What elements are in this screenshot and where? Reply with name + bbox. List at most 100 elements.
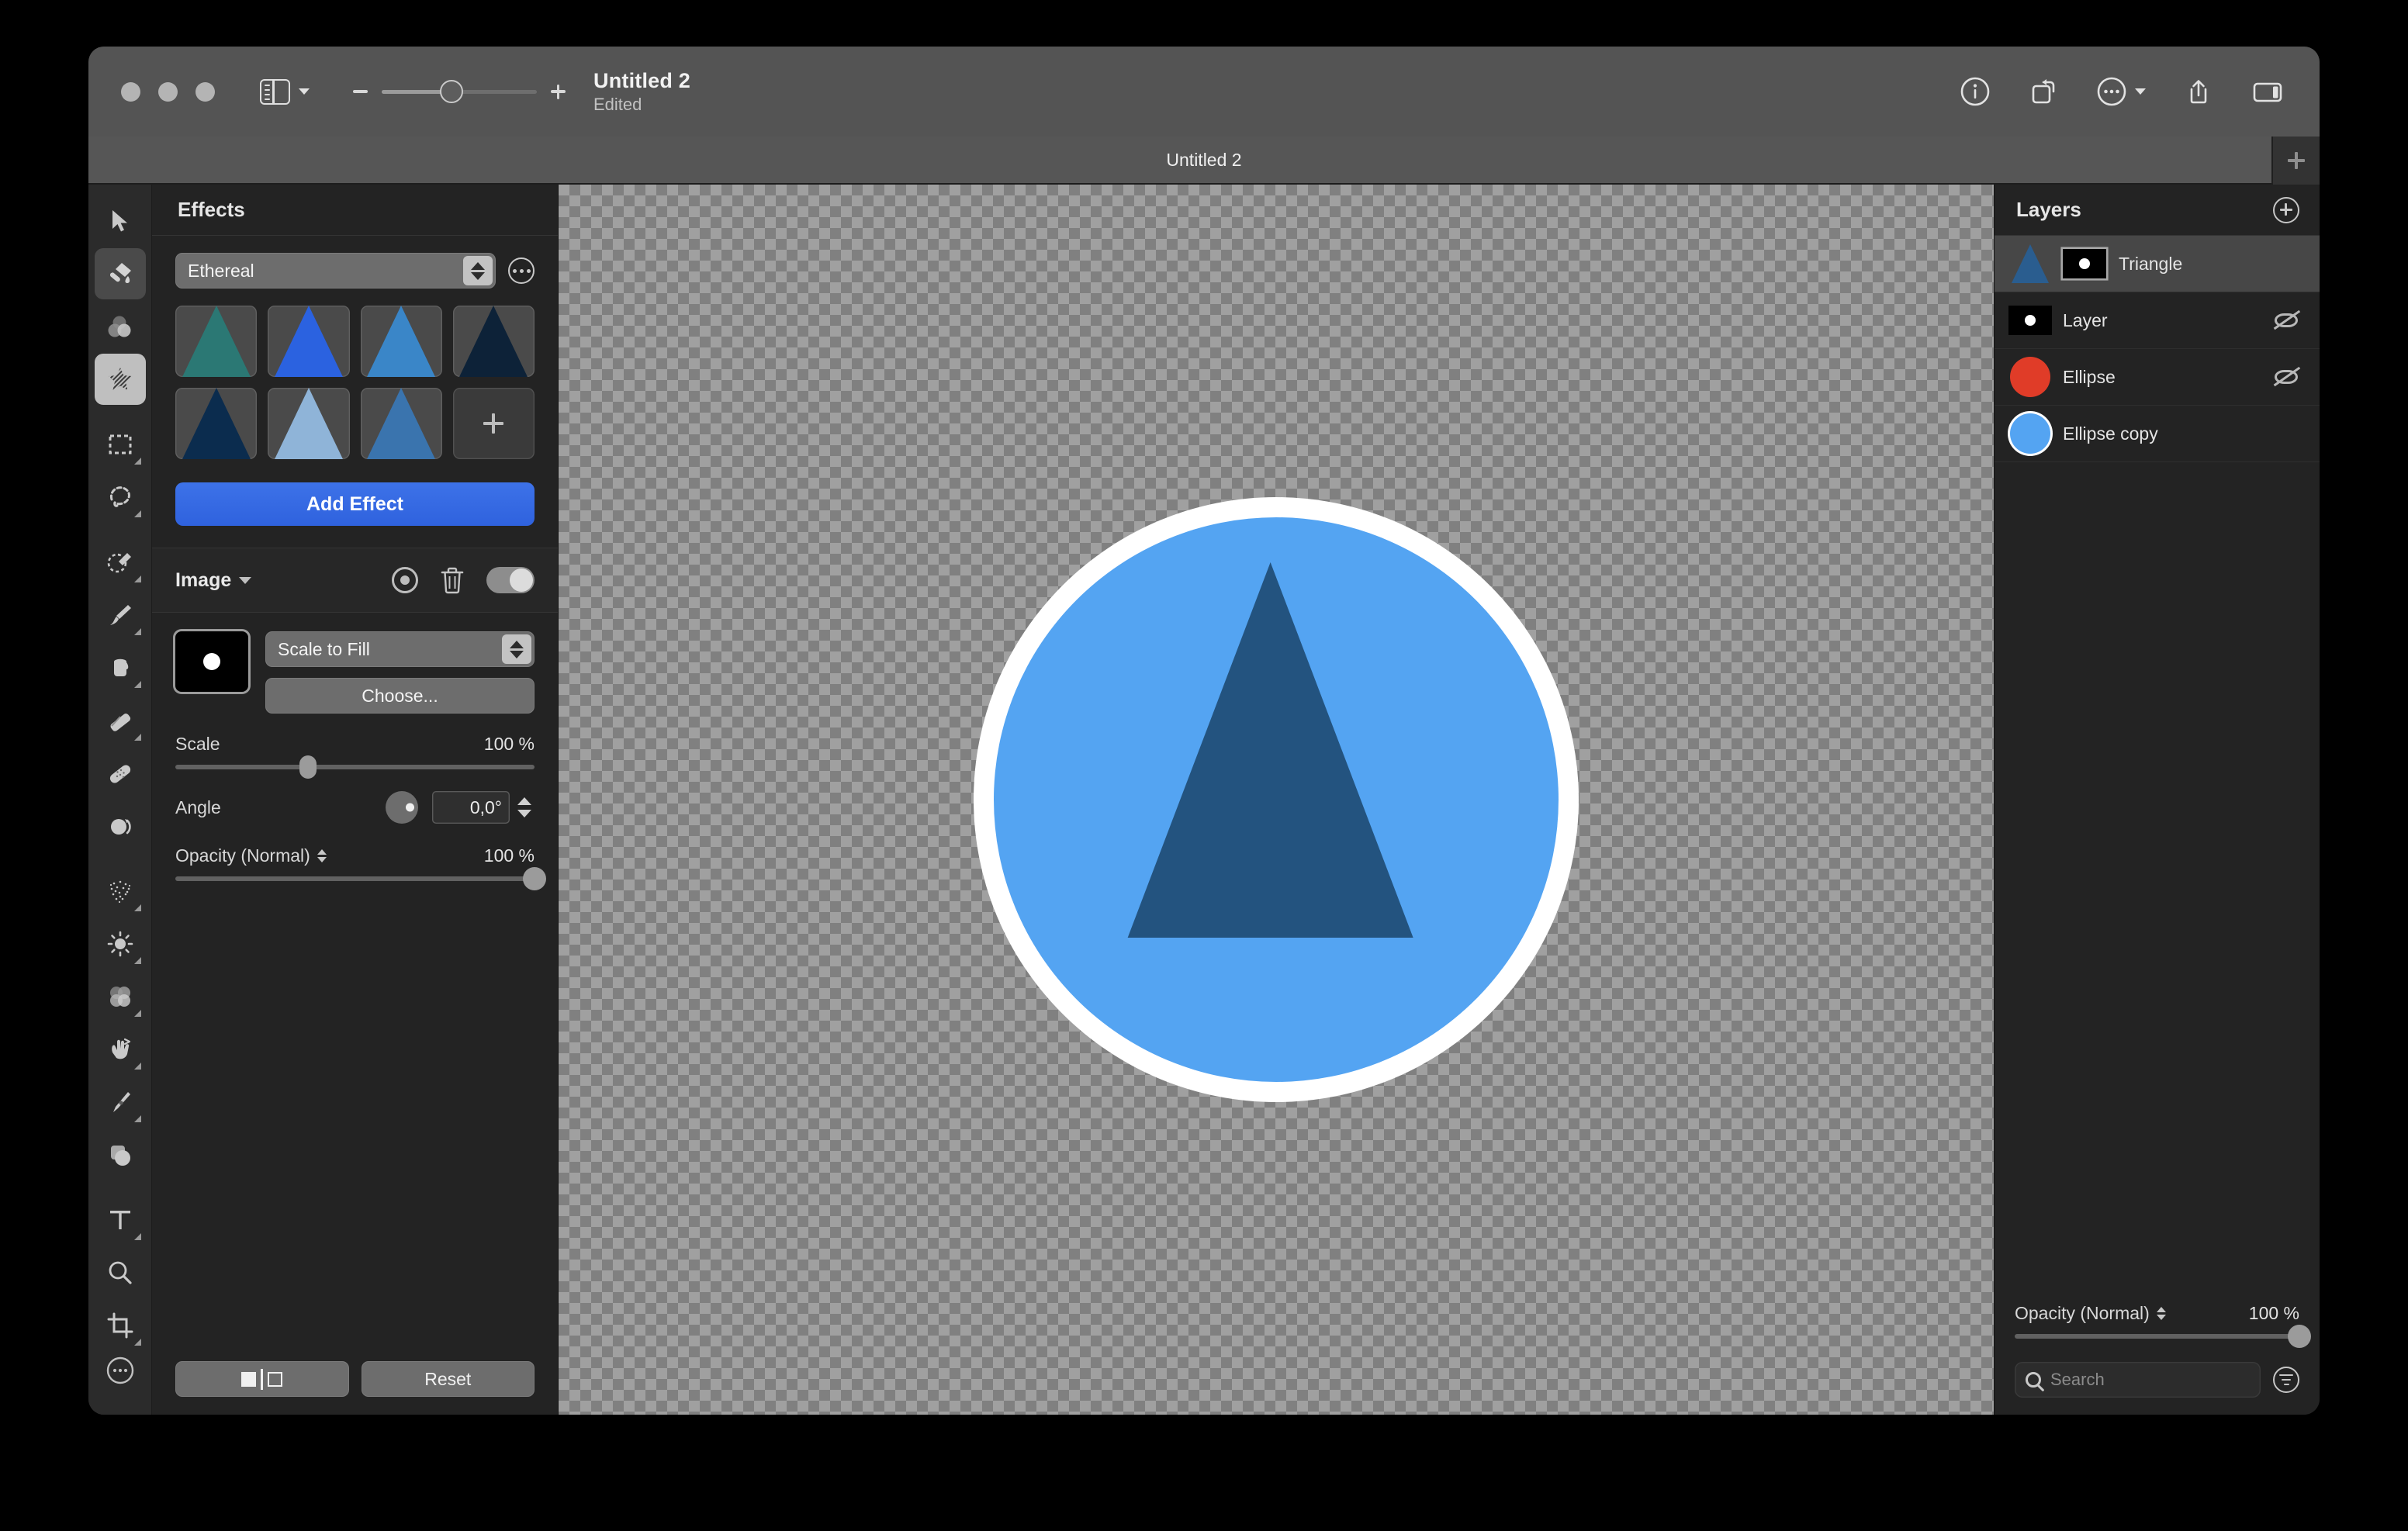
chevron-down-icon[interactable]: [239, 576, 252, 584]
visibility-hidden-icon[interactable]: [2273, 309, 2301, 330]
share-button[interactable]: [2183, 76, 2214, 107]
layer-row-ellipse[interactable]: Ellipse: [1995, 349, 2320, 406]
trash-icon[interactable]: [440, 566, 465, 594]
dither-tool[interactable]: [95, 866, 146, 917]
pen-tool[interactable]: [95, 1077, 146, 1128]
tool-submenu-indicator[interactable]: [133, 1063, 141, 1070]
artwork[interactable]: [974, 497, 1579, 1102]
add-effect-button[interactable]: Add Effect: [175, 482, 535, 526]
dark-triangle-shape: [1127, 562, 1413, 938]
eraser-tool[interactable]: [95, 695, 146, 746]
layer-mask-thumbnail[interactable]: [2063, 249, 2106, 278]
blur-tool[interactable]: [95, 971, 146, 1022]
zoom-out-button[interactable]: [353, 90, 368, 93]
choose-image-button[interactable]: Choose...: [265, 678, 535, 714]
angle-stepper[interactable]: [514, 790, 535, 825]
target-button[interactable]: [392, 567, 418, 593]
effects-tool[interactable]: [94, 354, 146, 405]
tool-submenu-indicator[interactable]: [133, 1233, 141, 1240]
effects-preset-section: Ethereal: [152, 236, 558, 459]
add-preset-button[interactable]: [452, 388, 535, 459]
effect-preset-thumb[interactable]: [175, 388, 258, 459]
shapes-tool[interactable]: [95, 1129, 146, 1180]
quick-select-tool[interactable]: [95, 537, 146, 588]
paint-tool[interactable]: [94, 248, 146, 299]
opacity-slider[interactable]: [175, 867, 546, 890]
lighten-tool[interactable]: [95, 918, 146, 969]
magnifier-icon: [109, 1261, 132, 1284]
preset-options-button[interactable]: [508, 257, 535, 284]
zoom-button[interactable]: [195, 81, 215, 102]
layer-row-triangle[interactable]: Triangle: [1995, 236, 2320, 292]
zoom-in-button[interactable]: [551, 84, 566, 99]
paintbrush-tool[interactable]: [95, 589, 146, 641]
angle-dial[interactable]: [386, 791, 418, 824]
opacity-slider-knob[interactable]: [523, 867, 546, 890]
tool-submenu-indicator[interactable]: [133, 957, 141, 964]
close-button[interactable]: [121, 81, 140, 102]
zoom-tool[interactable]: [95, 1247, 146, 1298]
reset-button[interactable]: Reset: [361, 1361, 535, 1397]
fit-mode-popup[interactable]: Scale to Fill: [265, 631, 535, 667]
plus-icon: [2288, 152, 2305, 169]
add-layer-button[interactable]: [2273, 196, 2299, 223]
blur-circles-icon: [109, 987, 130, 1007]
tool-submenu-indicator[interactable]: [133, 681, 141, 688]
angle-value-field[interactable]: 0,0°: [432, 791, 510, 824]
canvas-area[interactable]: [559, 185, 1994, 1415]
info-icon: [1960, 77, 1990, 106]
layer-row-ellipse-copy[interactable]: Ellipse copy: [1995, 406, 2320, 462]
tool-submenu-indicator[interactable]: [133, 458, 141, 465]
blend-mode-chevrons-icon[interactable]: [317, 849, 327, 862]
layer-opacity-slider-knob[interactable]: [2288, 1325, 2311, 1348]
tool-submenu-indicator[interactable]: [133, 1010, 141, 1017]
tab-untitled-2[interactable]: Untitled 2: [1166, 150, 1241, 171]
filter-icon[interactable]: [2273, 1367, 2299, 1393]
tool-submenu-indicator[interactable]: [133, 628, 141, 635]
repair-tool[interactable]: [95, 748, 146, 799]
effect-preset-thumb[interactable]: [268, 306, 350, 377]
info-button[interactable]: [1960, 76, 1991, 107]
tool-submenu-indicator[interactable]: [133, 904, 141, 911]
tool-submenu-indicator[interactable]: [133, 510, 141, 517]
image-well[interactable]: [175, 631, 248, 692]
zoom-slider-knob[interactable]: [440, 80, 463, 103]
clone-tool[interactable]: [95, 800, 146, 852]
tool-submenu-indicator[interactable]: [133, 1115, 141, 1122]
fit-mode-stepper[interactable]: [502, 634, 531, 664]
arrange-tool[interactable]: [95, 195, 146, 247]
warp-tool[interactable]: [95, 1024, 146, 1075]
more-options-button[interactable]: [2096, 76, 2146, 107]
inspector-toggle-button[interactable]: [2251, 76, 2284, 107]
rotate-button[interactable]: [2028, 76, 2059, 107]
paint-bucket-tool[interactable]: [95, 642, 146, 693]
compare-before-after-button[interactable]: [175, 1361, 349, 1397]
color-adjustments-tool[interactable]: [95, 301, 146, 352]
preset-popup[interactable]: Ethereal: [175, 253, 496, 289]
effect-preset-thumb[interactable]: [175, 306, 258, 377]
crop-tool[interactable]: [95, 1300, 146, 1351]
visibility-hidden-icon[interactable]: [2273, 366, 2301, 387]
new-tab-button[interactable]: [2271, 137, 2320, 185]
effect-preset-thumb[interactable]: [268, 388, 350, 459]
effect-preset-thumb[interactable]: [360, 388, 442, 459]
scale-slider-knob[interactable]: [299, 755, 317, 779]
search-input[interactable]: Search: [2015, 1362, 2261, 1398]
type-tool[interactable]: [95, 1194, 146, 1246]
blend-mode-chevrons-icon[interactable]: [2156, 1307, 2166, 1320]
tool-submenu-indicator[interactable]: [133, 734, 141, 741]
effect-enabled-toggle[interactable]: [486, 567, 535, 593]
zoom-slider[interactable]: [382, 80, 537, 103]
sidebar-toggle-button[interactable]: [260, 78, 310, 105]
tool-submenu-indicator[interactable]: [133, 575, 141, 582]
minimize-button[interactable]: [158, 81, 178, 102]
freeform-select-tool[interactable]: [95, 472, 146, 523]
rectangular-select-tool[interactable]: [95, 419, 146, 470]
preset-stepper[interactable]: [463, 256, 493, 285]
effect-preset-thumb[interactable]: [360, 306, 442, 377]
scale-slider[interactable]: [175, 755, 535, 779]
layer-opacity-slider[interactable]: [2015, 1325, 2311, 1348]
effect-preset-thumb[interactable]: [452, 306, 535, 377]
layer-row-layer[interactable]: Layer: [1995, 292, 2320, 349]
more-tools-button[interactable]: [95, 1345, 146, 1396]
